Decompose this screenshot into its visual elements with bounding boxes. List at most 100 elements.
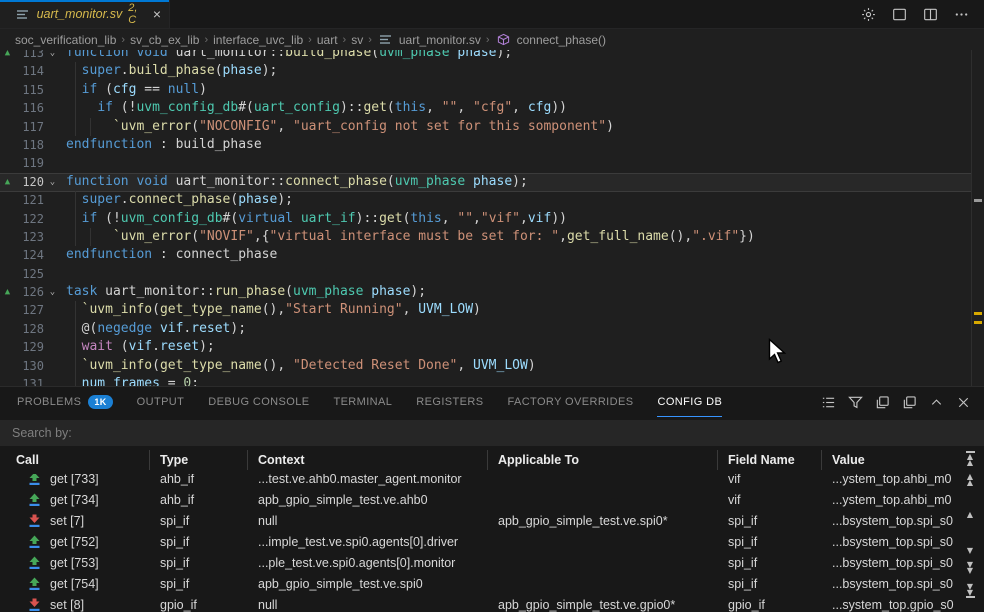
open-in-editor-icon[interactable]: [873, 393, 891, 411]
code-text: `uvm_info(get_type_name(), "Detected Res…: [64, 357, 972, 375]
fold-chevron-icon[interactable]: ⌄: [44, 283, 61, 301]
tab-problem-decoration: 2, C: [128, 2, 147, 26]
search-input[interactable]: [0, 425, 984, 441]
filter-icon[interactable]: [846, 393, 864, 411]
code-line-120[interactable]: ▲120⌄function void uart_monitor::connect…: [0, 173, 972, 191]
close-tab-icon[interactable]: ×: [153, 7, 161, 21]
code-text: num_frames = 0;: [64, 375, 972, 386]
code-line-130[interactable]: 130 `uvm_info(get_type_name(), "Detected…: [0, 357, 972, 375]
scroll-to-bottom-icon[interactable]: ▼▼: [962, 584, 978, 599]
panel-tab-output[interactable]: OUTPUT: [137, 387, 185, 417]
breadcrumb-item[interactable]: soc_verification_lib: [15, 33, 116, 47]
code-line-119[interactable]: 119: [0, 154, 972, 172]
cell-applicable-to: apb_gpio_simple_test.ve.gpio0*: [488, 598, 718, 612]
line-number: 130: [15, 357, 44, 375]
line-number: 125: [15, 265, 44, 283]
code-line-127[interactable]: 127 `uvm_info(get_type_name(),"Start Run…: [0, 301, 972, 319]
indent-guide: [75, 99, 76, 117]
code-line-116[interactable]: 116 if (!uvm_config_db#(uart_config)::ge…: [0, 99, 972, 117]
overview-ruler-mark: [974, 199, 982, 202]
code-line-123[interactable]: 123 `uvm_error("NOVIF",{"virtual interfa…: [0, 228, 972, 246]
panel-tab-registers[interactable]: REGISTERS: [416, 387, 483, 417]
table-row[interactable]: get [734]ahb_ifapb_gpio_simple_test.ve.a…: [0, 489, 962, 510]
maximize-panel-icon[interactable]: [927, 393, 945, 411]
cell-value: ...bsystem_top.spi_s0: [822, 556, 962, 570]
indent-guide: [90, 118, 91, 136]
table-row[interactable]: set [7]spi_ifnullapb_gpio_simple_test.ve…: [0, 510, 962, 531]
cell-value: ...ystem_top.ahbi_m0: [822, 474, 962, 486]
fold-chevron-icon[interactable]: ⌄: [44, 173, 61, 191]
split-editor-icon[interactable]: [921, 5, 939, 23]
page-down-icon[interactable]: ▼▼: [962, 562, 978, 573]
code-line-121[interactable]: 121 super.connect_phase(phase);: [0, 191, 972, 209]
column-header-applicable-to[interactable]: Applicable To: [488, 450, 718, 470]
code-line-128[interactable]: 128 @(negedge vif.reset);: [0, 320, 972, 338]
editor-actions: [859, 0, 984, 28]
indent-guide: [75, 62, 76, 80]
overview-ruler[interactable]: [971, 50, 984, 386]
breadcrumb-item[interactable]: uart_monitor.sv: [377, 31, 481, 49]
code-text: [64, 154, 972, 172]
editor-tab-uart-monitor[interactable]: uart_monitor.sv 2, C ×: [0, 0, 170, 28]
breadcrumb-item[interactable]: sv: [351, 33, 363, 47]
get-icon: [28, 493, 41, 507]
duplicate-icon[interactable]: [900, 393, 918, 411]
settings-icon[interactable]: [859, 5, 877, 23]
view-as-list-icon[interactable]: [819, 393, 837, 411]
breadcrumb-item[interactable]: connect_phase(): [495, 31, 606, 49]
code-line-129[interactable]: 129 wait (vif.reset);: [0, 338, 972, 356]
editor-tab-bar: uart_monitor.sv 2, C ×: [0, 0, 984, 29]
indent-guide: [90, 228, 91, 246]
line-number: 114: [15, 62, 44, 80]
table-header: CallTypeContextApplicable ToField NameVa…: [0, 447, 962, 473]
column-header-value[interactable]: Value: [822, 450, 962, 470]
column-header-type[interactable]: Type: [150, 450, 248, 470]
indent-guide: [75, 191, 76, 209]
breadcrumb-item[interactable]: sv_cb_ex_lib: [130, 33, 199, 47]
column-header-call[interactable]: Call: [0, 450, 150, 470]
breadcrumb-item[interactable]: interface_uvc_lib: [213, 33, 303, 47]
code-line-125[interactable]: 125: [0, 265, 972, 283]
panel-tab-label: DEBUG CONSOLE: [208, 396, 309, 408]
line-down-icon[interactable]: ▼: [962, 548, 978, 554]
panel-tab-label: PROBLEMS: [17, 396, 81, 408]
code-line-114[interactable]: 114 super.build_phase(phase);: [0, 62, 972, 80]
table-row[interactable]: get [752]spi_if...imple_test.ve.spi0.age…: [0, 531, 962, 552]
table-row[interactable]: get [753]spi_if...ple_test.ve.spi0.agent…: [0, 552, 962, 573]
code-line-115[interactable]: 115 if (cfg == null): [0, 81, 972, 99]
code-line-113[interactable]: ▲113⌄function void uart_monitor::build_p…: [0, 50, 972, 62]
cell-type: spi_if: [150, 556, 248, 570]
get-icon: [28, 577, 41, 591]
scroll-to-top-icon[interactable]: ▲▲: [962, 450, 978, 465]
code-line-117[interactable]: 117 `uvm_error("NOCONFIG", "uart_config …: [0, 118, 972, 136]
gutter-marker-icon: ▲: [0, 173, 15, 191]
panel-tab-factory-overrides[interactable]: FACTORY OVERRIDES: [507, 387, 633, 417]
code-line-126[interactable]: ▲126⌄task uart_monitor::run_phase(uvm_ph…: [0, 283, 972, 301]
code-text: if (!uvm_config_db#(uart_config)::get(th…: [64, 99, 972, 117]
cell-applicable-to: apb_gpio_simple_test.ve.spi0*: [488, 514, 718, 528]
more-icon[interactable]: [952, 5, 970, 23]
table-row[interactable]: set [8]gpio_ifnullapb_gpio_simple_test.v…: [0, 594, 962, 612]
column-header-field-name[interactable]: Field Name: [718, 450, 822, 470]
cell-value: ...bsystem_top.spi_s0: [822, 514, 962, 528]
column-header-context[interactable]: Context: [248, 450, 488, 470]
panel-tab-debug-console[interactable]: DEBUG CONSOLE: [208, 387, 309, 417]
fold-chevron-icon[interactable]: ⌄: [44, 50, 61, 62]
table-row[interactable]: get [754]spi_ifapb_gpio_simple_test.ve.s…: [0, 573, 962, 594]
page-up-icon[interactable]: ▲▲: [962, 474, 978, 485]
code-line-122[interactable]: 122 if (!uvm_config_db#(virtual uart_if)…: [0, 210, 972, 228]
breadcrumb-item[interactable]: uart: [317, 33, 338, 47]
panel-tab-config-db[interactable]: CONFIG DB: [657, 387, 722, 417]
close-panel-icon[interactable]: [954, 393, 972, 411]
code-line-118[interactable]: 118endfunction : build_phase: [0, 136, 972, 154]
cell-call: set [8]: [0, 598, 150, 612]
code-line-131[interactable]: 131 num_frames = 0;: [0, 375, 972, 386]
panel-tab-label: CONFIG DB: [657, 396, 722, 408]
panel-tab-problems[interactable]: PROBLEMS1K: [17, 387, 113, 417]
line-up-icon[interactable]: ▲: [962, 512, 978, 518]
table-row[interactable]: get [733]ahb_if...test.ve.ahb0.master_ag…: [0, 474, 962, 489]
panel-tab-terminal[interactable]: TERMINAL: [333, 387, 392, 417]
code-editor[interactable]: ▲113⌄function void uart_monitor::build_p…: [0, 50, 984, 386]
layout-icon[interactable]: [890, 5, 908, 23]
code-line-124[interactable]: 124endfunction : connect_phase: [0, 246, 972, 264]
